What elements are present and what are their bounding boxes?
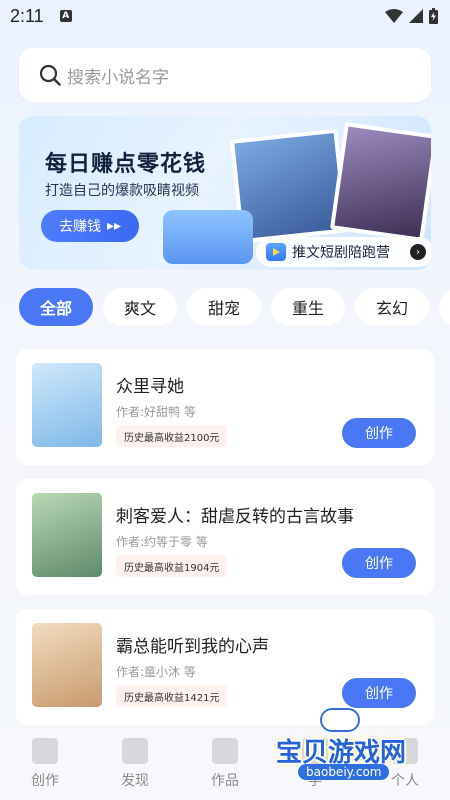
novel-title: 众里寻她	[116, 377, 184, 397]
novel-author: 作者:约等于零 等	[116, 535, 208, 549]
banner-title: 每日赚点零花钱	[45, 152, 207, 177]
novel-title: 刺客爱人：甜虐反转的古言故事	[116, 507, 354, 527]
tv-play-icon	[266, 243, 286, 261]
status-bar: 2:11 A	[0, 0, 450, 32]
wifi-icon	[385, 9, 403, 23]
nav-discover[interactable]: 发现	[90, 730, 180, 800]
novel-cover	[32, 493, 102, 577]
banner-gift-decoration	[163, 210, 253, 264]
banner-illustration-pair	[329, 121, 431, 243]
nav-discover-label: 发现	[121, 773, 149, 789]
novel-earnings-badge: 历史最高收益1904元	[116, 555, 228, 577]
cube-icon	[122, 738, 148, 764]
status-icons	[385, 8, 438, 24]
nav-works-label: 作品	[211, 773, 239, 789]
site-watermark: 宝贝游戏网 baobeiy.com	[276, 706, 426, 792]
banner-subtitle: 打造自己的爆款吸睛视频	[45, 183, 199, 199]
tab-tianchong[interactable]: 甜宠	[187, 288, 261, 326]
double-arrow-icon: ▸▸	[106, 218, 122, 234]
short-drama-camp-link[interactable]: 推文短剧陪跑营 ›	[256, 237, 431, 267]
tab-shuangwen[interactable]: 爽文	[103, 288, 177, 326]
short-drama-camp-label: 推文短剧陪跑营	[292, 245, 390, 261]
earn-money-label: 去赚钱	[58, 219, 101, 235]
novel-title: 霸总能听到我的心声	[116, 637, 269, 657]
tab-chongsheng[interactable]: 重生	[271, 288, 345, 326]
gamepad-icon	[320, 708, 360, 732]
promo-banner[interactable]: 每日赚点零花钱 打造自己的爆款吸睛视频 去赚钱 ▸▸ 推文短剧陪跑营 ›	[19, 116, 431, 270]
create-button[interactable]: 创作	[342, 418, 416, 448]
novel-author: 作者:好甜鸭 等	[116, 405, 196, 419]
novel-card[interactable]: 众里寻她 作者:好甜鸭 等 历史最高收益2100元 创作	[16, 349, 434, 465]
nav-works[interactable]: 作品	[180, 730, 270, 800]
novel-author: 作者:童小沐 等	[116, 665, 196, 679]
novel-earnings-badge: 历史最高收益1421元	[116, 685, 228, 707]
tab-xuanhuan[interactable]: 玄幻	[355, 288, 429, 326]
battery-icon	[429, 8, 438, 24]
notification-a-icon: A	[59, 10, 72, 22]
search-bar[interactable]: 搜索小说名字	[19, 48, 431, 102]
create-button[interactable]: 创作	[342, 548, 416, 578]
chevron-right-icon: ›	[410, 244, 426, 260]
create-button[interactable]: 创作	[342, 678, 416, 708]
novel-cover	[32, 363, 102, 447]
earn-money-button[interactable]: 去赚钱 ▸▸	[41, 210, 139, 242]
search-icon	[39, 64, 61, 86]
status-time: 2:11	[10, 5, 44, 26]
nav-create-label: 创作	[31, 773, 59, 789]
play-file-icon	[212, 738, 238, 764]
nav-create[interactable]: 创作	[0, 730, 90, 800]
video-icon	[32, 738, 58, 764]
watermark-url: baobeiy.com	[298, 764, 390, 780]
tab-overflow[interactable]	[439, 288, 450, 326]
signal-icon	[409, 9, 423, 23]
search-input[interactable]: 搜索小说名字	[67, 63, 169, 88]
tab-all[interactable]: 全部	[19, 288, 93, 326]
novel-cover	[32, 623, 102, 707]
novel-card[interactable]: 刺客爱人：甜虐反转的古言故事 作者:约等于零 等 历史最高收益1904元 创作	[16, 479, 434, 595]
novel-earnings-badge: 历史最高收益2100元	[116, 425, 228, 447]
category-tabs: 全部 爽文 甜宠 重生 玄幻	[19, 288, 450, 326]
